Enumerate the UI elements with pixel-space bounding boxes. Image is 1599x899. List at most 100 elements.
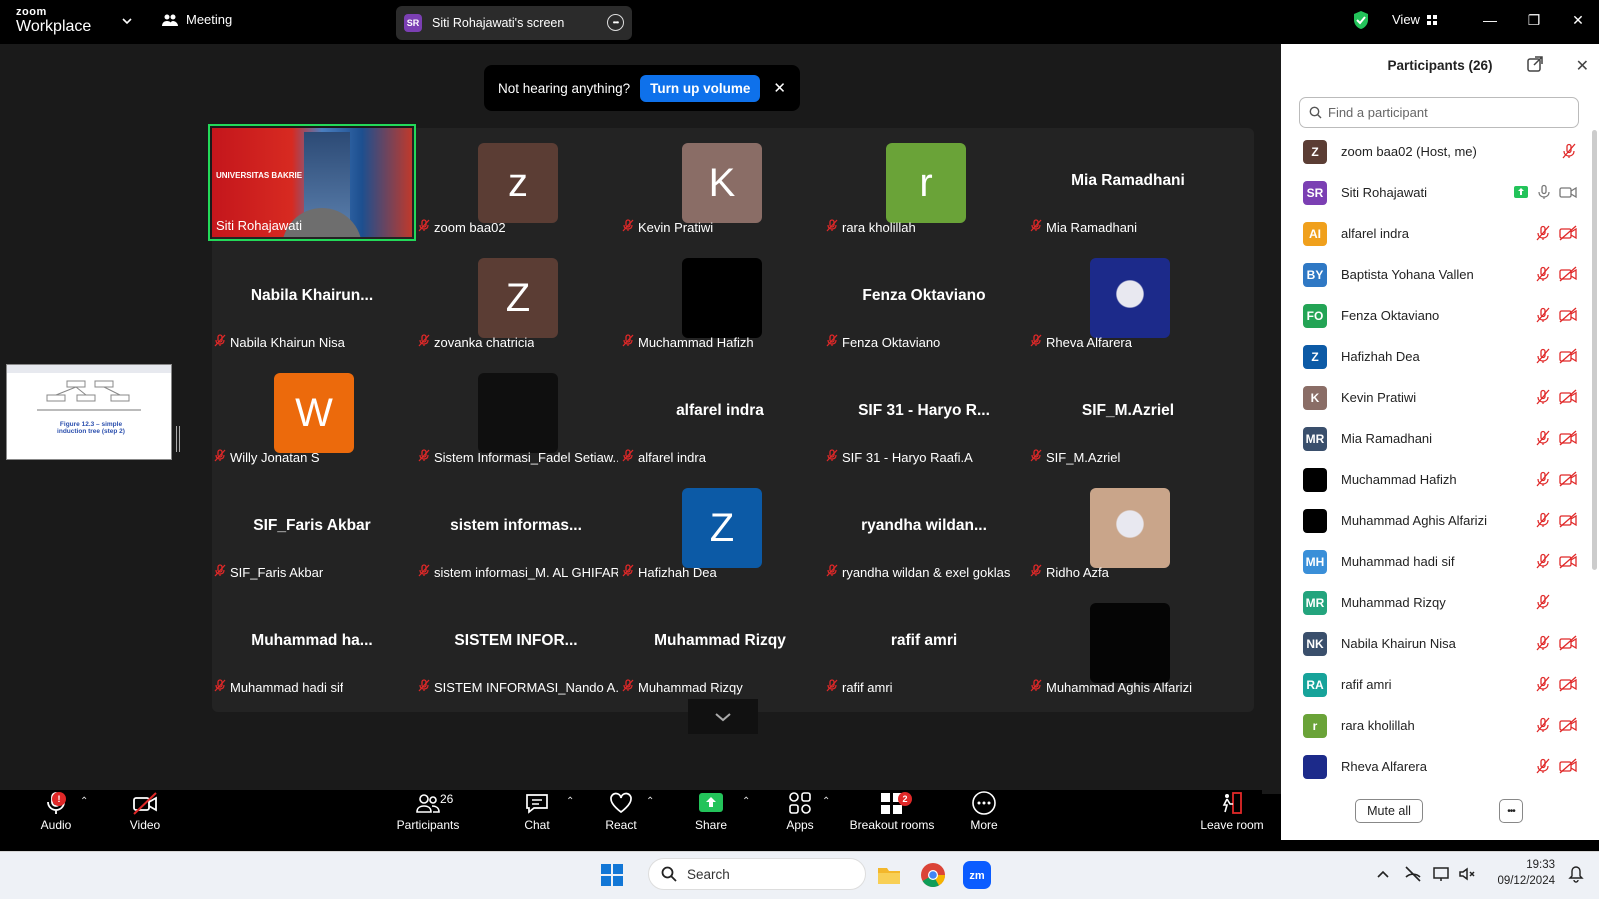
pop-out-icon[interactable]: [1527, 56, 1543, 72]
participant-status-icons[interactable]: [1535, 389, 1577, 405]
participant-list-scrollbar[interactable]: [1592, 130, 1597, 570]
participant-row[interactable]: NK Nabila Khairun Nisa: [1281, 623, 1587, 664]
participant-tile[interactable]: Sistem Informasi_Fadel Setiaw...: [412, 354, 620, 471]
participant-status-icons[interactable]: [1535, 635, 1577, 651]
participant-status-icons[interactable]: [1535, 471, 1577, 487]
apps-options-caret-icon[interactable]: ⌃: [822, 796, 830, 807]
close-notice-icon[interactable]: ✕: [773, 79, 786, 97]
apps-button[interactable]: Apps: [778, 790, 822, 838]
leave-room-button[interactable]: Leave room: [1200, 790, 1264, 838]
participant-status-icons[interactable]: [1535, 348, 1577, 364]
audio-options-caret-icon[interactable]: ⌃: [80, 796, 88, 807]
participant-row[interactable]: RA rafif amri: [1281, 664, 1587, 705]
participant-tile[interactable]: ryandha wildan... ryandha wildan & exel g…: [820, 469, 1028, 586]
network-icon[interactable]: [1404, 865, 1422, 883]
video-button[interactable]: Video: [120, 790, 170, 838]
minimize-icon[interactable]: —: [1480, 10, 1500, 30]
participant-tile[interactable]: SIF_M.Azriel SIF_M.Azriel: [1024, 354, 1232, 471]
participant-status-icons[interactable]: [1535, 512, 1577, 528]
participant-row[interactable]: r rara kholillah: [1281, 705, 1587, 746]
participant-tile[interactable]: Muhammad ha... Muhammad hadi sif: [208, 584, 416, 701]
participant-tile[interactable]: Muchammad Hafizh: [616, 239, 824, 356]
encryption-shield-icon[interactable]: [1352, 10, 1370, 30]
participant-row[interactable]: Muchammad Hafizh: [1281, 459, 1587, 500]
participant-tile[interactable]: SIF_Faris Akbar SIF_Faris Akbar: [208, 469, 416, 586]
more-button[interactable]: More: [962, 790, 1006, 838]
participant-row[interactable]: SR Siti Rohajawati: [1281, 172, 1587, 213]
participant-tile[interactable]: Nabila Khairun... Nabila Khairun Nisa: [208, 239, 416, 356]
participant-tile[interactable]: alfarel indra alfarel indra: [616, 354, 824, 471]
participant-row[interactable]: Rheva Alfarera: [1281, 746, 1587, 781]
share-button[interactable]: Share: [688, 790, 734, 838]
participant-row[interactable]: AI alfarel indra: [1281, 213, 1587, 254]
participant-status-icons[interactable]: [1535, 307, 1577, 323]
more-options-icon[interactable]: •••: [607, 14, 624, 31]
active-speaker-tile[interactable]: UNIVERSITAS BAKRIE Siti Rohajawati: [208, 124, 416, 241]
participant-row[interactable]: FO Fenza Oktaviano: [1281, 295, 1587, 336]
screen-share-pill[interactable]: SR Siti Rohajawati's screen •••: [396, 6, 632, 40]
participant-status-icons[interactable]: [1535, 430, 1577, 446]
participant-status-icons[interactable]: [1513, 184, 1577, 200]
participant-row[interactable]: MR Muhammad Rizqy: [1281, 582, 1587, 623]
shared-screen-thumbnail[interactable]: Figure 12.3 – simple induction tree (ste…: [6, 364, 172, 460]
restore-icon[interactable]: ❐: [1524, 10, 1544, 30]
participant-tile[interactable]: SIF 31 - Haryo R... SIF 31 - Haryo Raafi.…: [820, 354, 1028, 471]
display-icon[interactable]: [1432, 865, 1450, 883]
participant-row[interactable]: BY Baptista Yohana Vallen: [1281, 254, 1587, 295]
participant-status-icons[interactable]: [1535, 266, 1577, 282]
participant-search-input[interactable]: Find a participant: [1299, 97, 1579, 128]
chrome-icon[interactable]: [920, 862, 946, 888]
participant-row[interactable]: Zzoom baa02 (Host, me): [1281, 131, 1587, 172]
participant-status-icons[interactable]: [1535, 676, 1577, 692]
participant-tile[interactable]: SISTEM INFOR... SISTEM INFORMASI_Nando A.…: [412, 584, 620, 701]
react-options-caret-icon[interactable]: ⌃: [646, 796, 654, 807]
taskbar-search-box[interactable]: Search: [648, 858, 866, 890]
panel-more-options-icon[interactable]: •••: [1499, 799, 1523, 823]
close-panel-icon[interactable]: ✕: [1576, 56, 1589, 76]
participant-status-icons[interactable]: [1535, 594, 1577, 610]
participant-row[interactable]: MH Muhammad hadi sif: [1281, 541, 1587, 582]
breakout-rooms-button[interactable]: Breakout rooms: [842, 790, 942, 838]
mute-all-button[interactable]: Mute all: [1355, 799, 1423, 823]
meeting-menu-button[interactable]: Meeting: [162, 12, 232, 27]
chevron-down-icon[interactable]: [120, 14, 134, 28]
participant-row[interactable]: K Kevin Pratiwi: [1281, 377, 1587, 418]
participant-tile[interactable]: Muhammad Rizqy Muhammad Rizqy: [616, 584, 824, 701]
participant-tile[interactable]: Mia Ramadhani Mia Ramadhani: [1024, 124, 1232, 241]
participant-row[interactable]: MR Mia Ramadhani: [1281, 418, 1587, 459]
participant-tile[interactable]: Zzovanka chatricia: [412, 239, 620, 356]
participant-status-icons[interactable]: [1561, 143, 1577, 159]
chat-button[interactable]: Chat: [515, 790, 559, 838]
next-page-button[interactable]: [688, 699, 758, 734]
participant-tile[interactable]: r rara kholillah: [820, 124, 1028, 241]
notification-bell-icon[interactable]: [1568, 865, 1584, 883]
participant-status-icons[interactable]: [1535, 758, 1577, 774]
resize-handle[interactable]: [176, 426, 180, 452]
participant-tile[interactable]: Muhammad Aghis Alfarizi: [1024, 584, 1232, 701]
participant-row[interactable]: Z Hafizhah Dea: [1281, 336, 1587, 377]
turn-up-volume-button[interactable]: Turn up volume: [640, 74, 761, 102]
zoom-logo[interactable]: zoom Workplace: [16, 7, 91, 35]
view-button[interactable]: View: [1392, 12, 1438, 27]
zoom-app-icon[interactable]: zm: [962, 860, 992, 890]
participant-tile[interactable]: W Willy Jonatan S: [208, 354, 416, 471]
participant-tile[interactable]: Rheva Alfarera: [1024, 239, 1232, 356]
participant-tile[interactable]: Fenza Oktaviano Fenza Oktaviano: [820, 239, 1028, 356]
close-window-icon[interactable]: ✕: [1568, 10, 1588, 30]
participant-tile[interactable]: z zoom baa02: [412, 124, 620, 241]
participant-tile[interactable]: Z Hafizhah Dea: [616, 469, 824, 586]
participant-tile[interactable]: Ridho Azfa: [1024, 469, 1232, 586]
file-explorer-icon[interactable]: [876, 862, 902, 888]
react-button[interactable]: React: [598, 790, 644, 838]
tray-chevron-up-icon[interactable]: [1376, 867, 1390, 881]
participant-tile[interactable]: sistem informas... sistem informasi_M. AL…: [412, 469, 620, 586]
windows-start-icon[interactable]: [600, 863, 624, 887]
participant-tile[interactable]: K Kevin Pratiwi: [616, 124, 824, 241]
participant-status-icons[interactable]: [1535, 717, 1577, 733]
speaker-muted-icon[interactable]: [1458, 865, 1476, 883]
participant-status-icons[interactable]: [1535, 225, 1577, 241]
share-options-caret-icon[interactable]: ⌃: [742, 796, 750, 807]
participant-status-icons[interactable]: [1535, 553, 1577, 569]
participant-row[interactable]: Muhammad Aghis Alfarizi: [1281, 500, 1587, 541]
participant-tile[interactable]: rafif amri rafif amri: [820, 584, 1028, 701]
